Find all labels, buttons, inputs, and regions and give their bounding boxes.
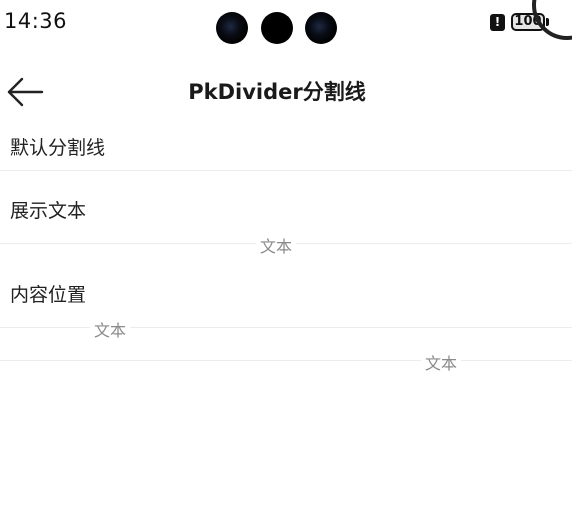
section-label-default: 默认分割线 xyxy=(10,137,106,159)
divider-text-center: 文本 xyxy=(256,233,297,257)
camera-lens-icon xyxy=(216,12,248,44)
section-label-content-position: 内容位置 xyxy=(10,284,87,306)
alert-icon: ! xyxy=(490,14,505,31)
divider-text-left xyxy=(0,327,572,328)
page-title: PkDivider分割线 xyxy=(188,80,366,104)
camera-lens-icon xyxy=(261,12,293,44)
status-time: 14:36 xyxy=(4,9,68,33)
divider-text-left-label: 文本 xyxy=(90,317,131,341)
screen: 14:36 ! 100 PkDivider分割线 默认分割线 展示文本 文本 内… xyxy=(0,0,572,524)
section-label-show-text: 展示文本 xyxy=(10,200,87,222)
divider-text-right xyxy=(0,360,572,361)
nav-header: PkDivider分割线 xyxy=(0,62,572,120)
status-bar: 14:36 ! 100 xyxy=(0,0,572,50)
divider-default xyxy=(0,170,572,171)
screen-corner xyxy=(532,0,572,40)
divider-text-right-label: 文本 xyxy=(421,350,462,374)
camera-lens-icon xyxy=(305,12,337,44)
